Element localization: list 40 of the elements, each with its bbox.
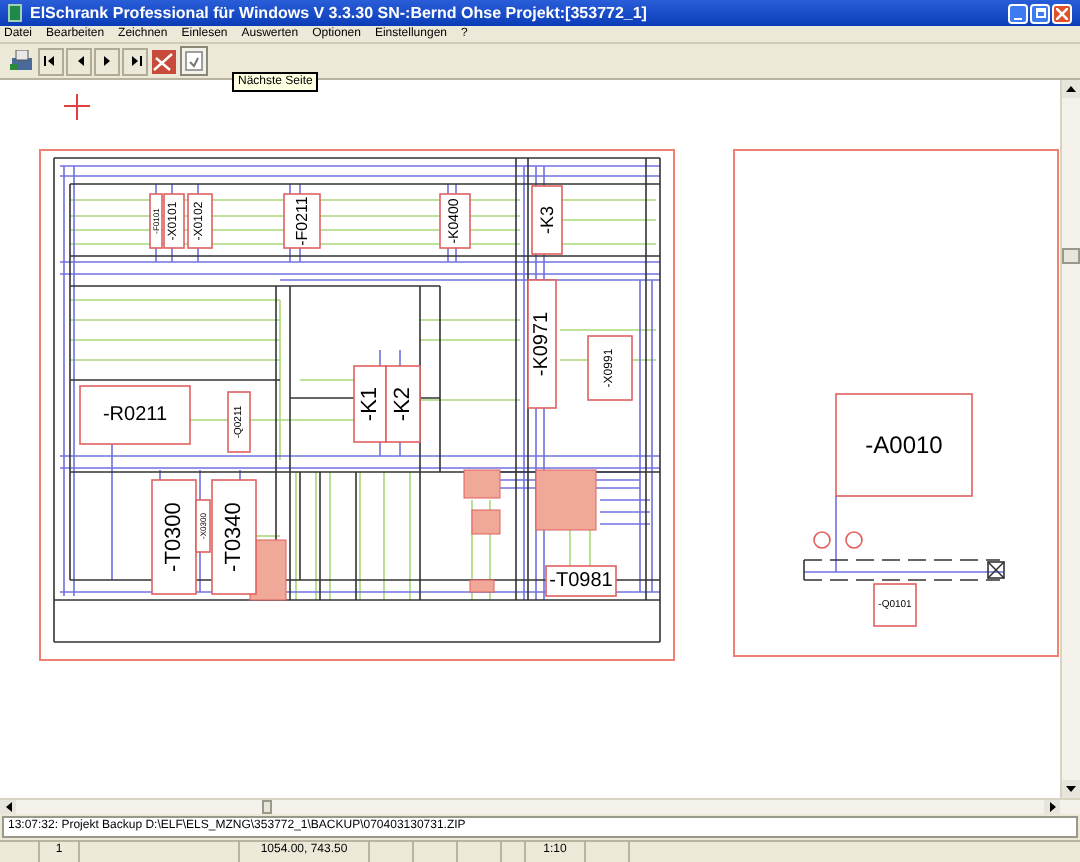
right-arrow-icon [1049,802,1055,812]
device-symbol: -K1 [353,365,387,443]
scroll-down-button[interactable] [1062,780,1080,798]
device-symbol: -K2 [385,365,421,443]
left-arrow-icon [5,802,11,812]
device-symbol: -K3 [531,185,563,255]
scroll-thumb[interactable] [1062,248,1080,264]
device-symbol: -T0340 [211,479,257,595]
next-page-icon [103,56,111,66]
previous-page-icon [75,56,83,66]
printer-icon [9,50,33,72]
toolbar-button[interactable] [38,47,64,75]
scroll-thumb[interactable] [262,800,272,814]
toolbar-button[interactable] [122,47,148,75]
device-symbol: -F0211 [283,193,321,249]
app-icon [8,4,22,22]
device-symbol: -T0300 [151,479,197,595]
scroll-right-button[interactable] [1044,800,1060,814]
scroll-up-button[interactable] [1062,80,1080,98]
close-button[interactable] [1052,3,1072,23]
close-icon [1056,7,1068,19]
first-page-icon [44,56,58,66]
terminal-block [535,469,597,531]
toolbar-button[interactable] [66,47,92,75]
device-symbol: -A0010 [835,393,973,497]
device-symbol: -T0981 [545,565,617,597]
last-page-icon [128,56,142,66]
terminal-block [469,579,495,593]
up-arrow-icon [1066,86,1076,92]
device-symbol: -R0211 [79,385,191,445]
scroll-left-button[interactable] [0,800,16,814]
terminal-block [463,469,501,499]
minimize-button[interactable] [1008,3,1028,23]
device-symbol: -K0971 [527,279,557,409]
window-title: ElSchrank Professional für Windows V 3.3.30 SN-:Bernd Ohse Projekt:[353772_1] [30,1,647,25]
down-arrow-icon [1066,786,1076,792]
toolbar-button[interactable] [94,47,120,75]
maximize-button[interactable] [1030,3,1050,23]
terminal-block [471,509,501,535]
crosshair-cursor-icon [63,93,91,121]
